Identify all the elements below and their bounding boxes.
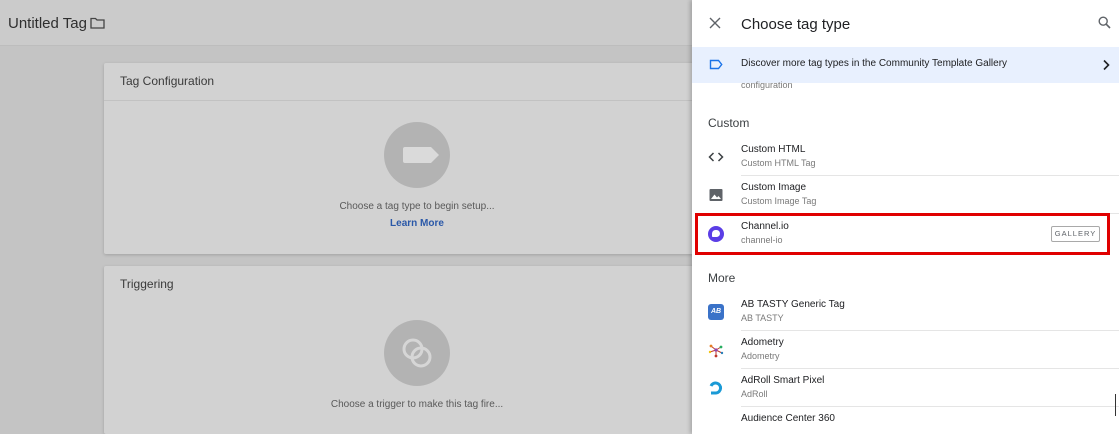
tag-configuration-card[interactable]: Tag Configuration Choose a tag type to b… bbox=[104, 63, 692, 254]
trigger-placeholder[interactable] bbox=[384, 320, 450, 386]
item-subtitle: AB TASTY bbox=[741, 313, 784, 323]
tag-type-ab-tasty[interactable]: AB AB TASTY Generic Tag AB TASTY bbox=[692, 293, 1119, 331]
card-divider bbox=[104, 100, 692, 101]
item-name: Custom HTML bbox=[741, 144, 806, 155]
tag-configuration-hint: Choose a tag type to begin setup... bbox=[339, 201, 495, 212]
tag-icon bbox=[403, 147, 439, 163]
close-icon[interactable] bbox=[709, 17, 721, 29]
image-icon bbox=[709, 189, 723, 201]
panel-header: Choose tag type bbox=[692, 0, 1119, 47]
item-name: AB TASTY Generic Tag bbox=[741, 299, 845, 310]
chevron-right-icon bbox=[1103, 59, 1110, 71]
item-name: Adometry bbox=[741, 337, 784, 348]
tag-type-adroll[interactable]: AdRoll Smart Pixel AdRoll bbox=[692, 369, 1119, 407]
tag-title[interactable]: Untitled Tag bbox=[8, 15, 87, 32]
code-icon bbox=[708, 152, 724, 162]
item-divider bbox=[741, 406, 1119, 407]
tag-configuration-header: Tag Configuration bbox=[120, 74, 215, 88]
tag-type-placeholder[interactable] bbox=[384, 122, 450, 188]
triggering-header: Triggering bbox=[120, 277, 174, 291]
search-icon[interactable] bbox=[1098, 16, 1111, 29]
learn-more-link[interactable]: Learn More bbox=[104, 218, 692, 229]
tag-outline-icon bbox=[709, 59, 723, 70]
tag-type-adometry[interactable]: Adometry Adometry bbox=[692, 331, 1119, 369]
tag-type-custom-image[interactable]: Custom Image Custom Image Tag bbox=[692, 176, 1119, 214]
folder-icon[interactable] bbox=[90, 17, 105, 29]
item-subtitle: Custom Image Tag bbox=[741, 196, 817, 206]
gallery-banner-text: Discover more tag types in the Community… bbox=[741, 58, 1008, 69]
editor-topbar: Untitled Tag bbox=[0, 0, 692, 46]
partial-item-name: Audience Center 360 bbox=[741, 414, 835, 422]
trigger-icon bbox=[402, 338, 432, 368]
community-gallery-banner[interactable]: Discover more tag types in the Community… bbox=[692, 47, 1119, 83]
section-custom-label: Custom bbox=[708, 116, 750, 130]
tag-type-custom-html[interactable]: Custom HTML Custom HTML Tag bbox=[692, 138, 1119, 176]
item-subtitle: AdRoll bbox=[741, 389, 768, 399]
abtasty-icon: AB bbox=[708, 304, 724, 320]
item-name: Custom Image bbox=[741, 182, 807, 193]
highlight-box bbox=[695, 213, 1110, 255]
triggering-hint: Choose a trigger to make this tag fire..… bbox=[330, 399, 504, 410]
section-more-label: More bbox=[708, 271, 736, 285]
cut-off-item-text: configuration bbox=[741, 81, 793, 90]
item-subtitle: Adometry bbox=[741, 351, 780, 361]
item-name: AdRoll Smart Pixel bbox=[741, 375, 825, 386]
triggering-card[interactable]: Triggering Choose a trigger to make this… bbox=[104, 266, 692, 434]
edge-mark bbox=[1115, 394, 1116, 416]
item-subtitle: Custom HTML Tag bbox=[741, 158, 816, 168]
adometry-icon bbox=[708, 344, 724, 358]
adroll-icon bbox=[709, 381, 723, 395]
panel-title: Choose tag type bbox=[741, 16, 851, 33]
tag-editor: Untitled Tag Tag Configuration Choose a … bbox=[0, 0, 692, 434]
